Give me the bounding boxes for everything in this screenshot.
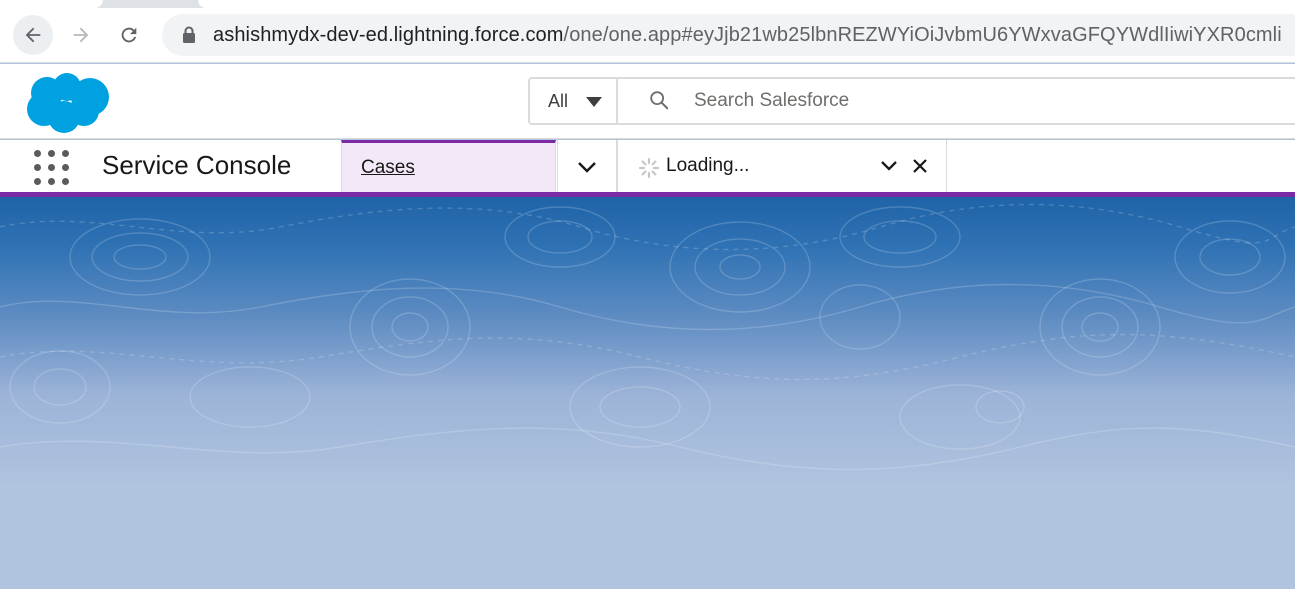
- salesforce-logo-icon[interactable]: [22, 69, 112, 133]
- global-search: All: [528, 77, 1295, 125]
- waffle-dot-icon: [48, 150, 55, 157]
- nav-item-cases-label[interactable]: Cases: [361, 157, 415, 179]
- browser-tab[interactable]: [0, 0, 103, 8]
- waffle-dot-icon: [62, 150, 69, 157]
- search-scope-dropdown[interactable]: All: [530, 79, 618, 123]
- nav-item-cases[interactable]: Cases: [341, 140, 556, 193]
- search-scope-label: All: [548, 90, 569, 111]
- browser-tab-active[interactable]: [198, 0, 1295, 8]
- global-header: All: [0, 64, 1295, 139]
- browser-toolbar: ashishmydx-dev-ed.lightning.force.com/on…: [0, 0, 1295, 63]
- url-path: /one/one.app#eyJjb21wb25lbnREZWYiOiJvbmU…: [563, 24, 1282, 46]
- back-button[interactable]: [13, 15, 53, 55]
- waffle-dot-icon: [34, 150, 41, 157]
- nav-menu-button[interactable]: [557, 140, 617, 193]
- topographic-pattern: [0, 203, 1295, 471]
- close-icon[interactable]: [913, 159, 927, 173]
- address-bar[interactable]: ashishmydx-dev-ed.lightning.force.com/on…: [162, 14, 1295, 56]
- reload-button[interactable]: [109, 15, 149, 55]
- waffle-dot-icon: [62, 178, 69, 185]
- url-host: ashishmydx-dev-ed.lightning.force.com: [213, 24, 564, 46]
- forward-button[interactable]: [61, 15, 101, 55]
- arrow-left-icon: [25, 27, 41, 43]
- workspace-tab-loading[interactable]: Loading...: [617, 140, 947, 193]
- url-text[interactable]: ashishmydx-dev-ed.lightning.force.com/on…: [213, 24, 1282, 47]
- search-icon: [650, 91, 669, 110]
- browser-tabstrip: [0, 0, 1295, 8]
- search-input[interactable]: [694, 79, 1274, 123]
- waffle-dot-icon: [48, 178, 55, 185]
- console-navigation-bar: Service Console Cases Loading...: [0, 140, 1295, 193]
- arrow-right-icon: [73, 27, 89, 43]
- waffle-dot-icon: [48, 164, 55, 171]
- waffle-dot-icon: [62, 164, 69, 171]
- chevron-down-icon: [578, 161, 596, 173]
- page-background: [0, 197, 1295, 589]
- waffle-dot-icon: [34, 164, 41, 171]
- lock-icon[interactable]: [182, 26, 196, 44]
- workspace-tab-label: Loading...: [666, 155, 750, 176]
- app-launcher-button[interactable]: [34, 150, 70, 186]
- chevron-down-icon[interactable]: [880, 160, 898, 171]
- reload-icon: [121, 27, 137, 43]
- app-name: Service Console: [102, 150, 292, 180]
- waffle-dot-icon: [34, 178, 41, 185]
- spinner-icon: [638, 157, 660, 179]
- caret-down-icon: [586, 97, 602, 107]
